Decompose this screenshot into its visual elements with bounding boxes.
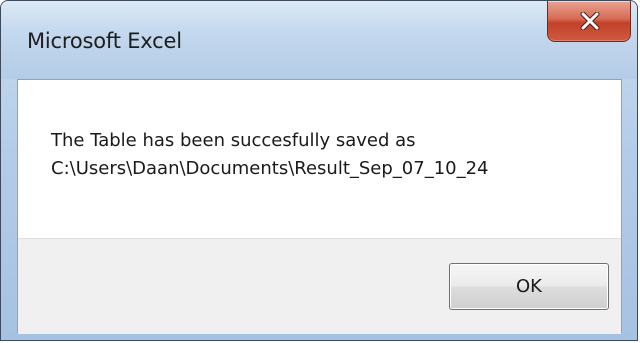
close-button[interactable] — [547, 1, 631, 42]
message-line-2: C:\Users\Daan\Documents\Result_Sep_07_10… — [51, 158, 489, 179]
message-box-window: Microsoft Excel The Table has been succe… — [0, 0, 638, 341]
dialog-button-bar: OK — [18, 238, 621, 334]
message-line-1: The Table has been succesfully saved as — [51, 130, 416, 151]
title-bar[interactable]: Microsoft Excel — [1, 1, 637, 79]
message-text: The Table has been succesfully saved as … — [51, 127, 489, 183]
close-icon — [580, 12, 600, 30]
ok-button[interactable]: OK — [449, 263, 609, 310]
window-title: Microsoft Excel — [27, 29, 182, 53]
dialog-content: The Table has been succesfully saved as … — [17, 79, 622, 334]
